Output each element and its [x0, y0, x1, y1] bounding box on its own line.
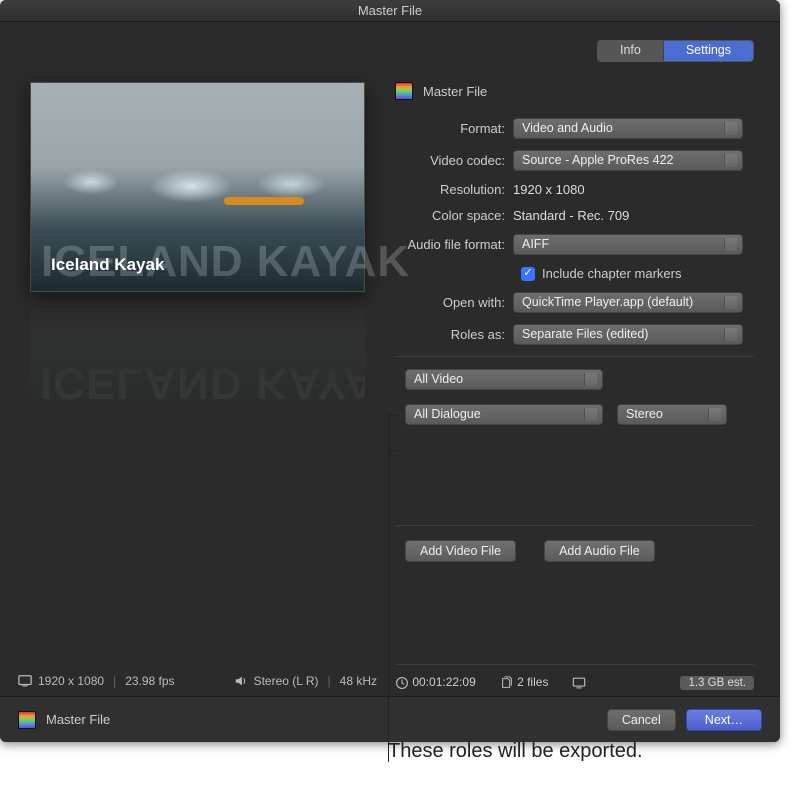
export-status-bar: 00:01:22:09 2 files 1.3 GB est. [395, 664, 754, 690]
preview-audio-rate: 48 kHz [340, 674, 377, 688]
add-video-file-button[interactable]: Add Video File [405, 540, 516, 562]
format-select[interactable]: Video and Audio▲▼ [513, 118, 743, 139]
resolution-label: Resolution: [395, 182, 513, 197]
export-dialog: Master File ICELAND KAYAK Iceland Kayak … [0, 0, 780, 742]
callout-line [388, 415, 389, 762]
colorspace-value: Standard - Rec. 709 [513, 208, 629, 223]
audiofmt-select[interactable]: AIFF▲▼ [513, 234, 743, 255]
chapter-markers-label: Include chapter markers [542, 266, 681, 281]
screen-icon [18, 674, 32, 688]
size-estimate: 1.3 GB est. [680, 676, 754, 690]
video-role-select[interactable]: All Video▲▼ [405, 369, 603, 390]
kayak-graphic [224, 197, 304, 205]
audiofmt-label: Audio file format: [395, 237, 513, 252]
codec-select[interactable]: Source - Apple ProRes 422▲▼ [513, 150, 743, 171]
tab-info[interactable]: Info [598, 41, 664, 61]
rolesas-label: Roles as: [395, 327, 513, 342]
tab-group: Info Settings [597, 40, 754, 62]
preview-fps: 23.98 fps [125, 674, 174, 688]
monitor-icon [572, 676, 586, 690]
speaker-icon [234, 674, 248, 688]
roles-area: All Video▲▼ All Dialogue▲▼ Stereo▲▼ Add … [395, 356, 754, 562]
cancel-button[interactable]: Cancel [607, 709, 676, 731]
dialog-footer: Master File Cancel Next… [0, 696, 780, 742]
files-icon [500, 676, 514, 690]
thumbnail-reflection: ICELAND KAYAK [30, 292, 365, 412]
chapter-markers-checkbox[interactable]: ✓ [521, 267, 535, 281]
film-icon [18, 711, 36, 729]
section-title: Master File [423, 84, 487, 99]
video-thumbnail: ICELAND KAYAK Iceland Kayak [30, 82, 365, 292]
add-audio-file-button[interactable]: Add Audio File [544, 540, 655, 562]
format-label: Format: [395, 121, 513, 136]
openwith-select[interactable]: QuickTime Player.app (default)▲▼ [513, 292, 743, 313]
resolution-value: 1920 x 1080 [513, 182, 585, 197]
callout-tick [388, 450, 397, 451]
dialogue-mix-select[interactable]: Stereo▲▼ [617, 404, 727, 425]
clock-icon [395, 676, 409, 690]
preview-pane: ICELAND KAYAK Iceland Kayak ICELAND KAYA… [0, 22, 395, 696]
codec-label: Video codec: [395, 153, 513, 168]
rolesas-select[interactable]: Separate Files (edited)▲▼ [513, 324, 743, 345]
dialogue-role-select[interactable]: All Dialogue▲▼ [405, 404, 603, 425]
duration-value: 00:01:22:09 [412, 675, 475, 689]
film-icon [395, 82, 413, 100]
callout-text: These roles will be exported. [388, 740, 643, 763]
colorspace-label: Color space: [395, 208, 513, 223]
files-value: 2 files [517, 675, 548, 689]
footer-title: Master File [46, 712, 110, 727]
thumb-overlay-title: Iceland Kayak [51, 255, 164, 275]
window-title: Master File [0, 0, 780, 22]
openwith-label: Open with: [395, 295, 513, 310]
preview-resolution: 1920 x 1080 [38, 674, 104, 688]
settings-pane: Info Settings Master File Format: Video … [395, 22, 780, 696]
tab-settings[interactable]: Settings [664, 41, 753, 61]
preview-audio-channels: Stereo (L R) [254, 674, 319, 688]
callout-tick [388, 415, 397, 416]
next-button[interactable]: Next… [686, 709, 762, 731]
